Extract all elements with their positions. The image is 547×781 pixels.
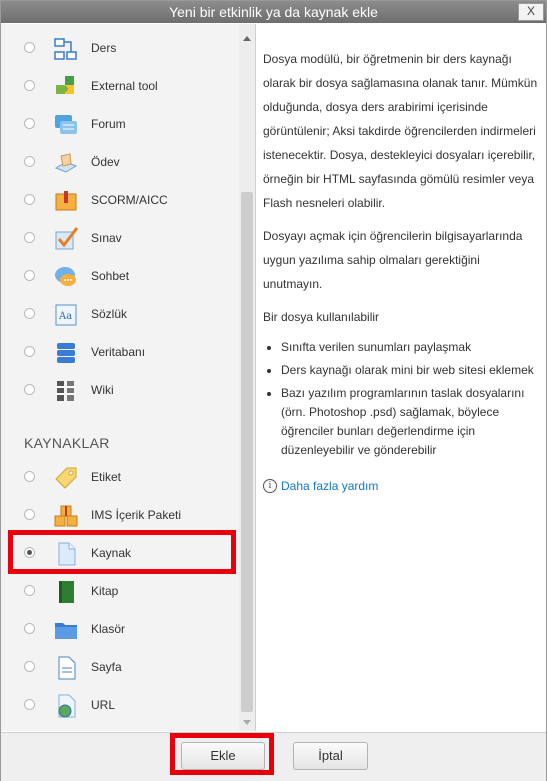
option-label: Sınav	[91, 231, 122, 245]
radio-button[interactable]	[24, 80, 35, 91]
radio-button[interactable]	[24, 623, 35, 634]
radio-button[interactable]	[24, 232, 35, 243]
bullet-item: Sınıfta verilen sunumları paylaşmak	[281, 338, 539, 357]
radio-button[interactable]	[24, 699, 35, 710]
option-label: Klasör	[91, 622, 126, 636]
option-url[interactable]: URL	[1, 686, 239, 724]
option-label: External tool	[91, 79, 158, 93]
chat-bubble-icon	[55, 267, 76, 286]
option-ders[interactable]: Ders	[1, 29, 239, 67]
more-help-link[interactable]: i Daha fazla yardım	[263, 474, 539, 498]
scroll-up-arrow-icon[interactable]	[243, 36, 251, 41]
svg-text:Aa: Aa	[58, 311, 72, 322]
radio-button[interactable]	[24, 509, 35, 520]
option-sayfa[interactable]: Sayfa	[1, 648, 239, 686]
glossary-icon: Aa	[55, 304, 77, 326]
module-description: Dosya modülü, bir öğretmenin bir ders ka…	[263, 47, 539, 498]
label-tag-icon	[55, 467, 77, 489]
option-label: Veritabanı	[91, 345, 146, 359]
description-paragraph: Dosyayı açmak için öğrencilerin bilgisay…	[263, 229, 523, 291]
url-globe-icon	[58, 694, 76, 718]
option-label: IMS İçerik Paketi	[91, 508, 182, 522]
option-forum[interactable]: Forum	[1, 105, 239, 143]
radio-button[interactable]	[24, 471, 35, 482]
dialog-title: Yeni bir etkinlik ya da kaynak ekle	[169, 4, 378, 20]
radio-button[interactable]	[24, 270, 35, 281]
option-ims-package[interactable]: IMS İçerik Paketi	[1, 496, 239, 534]
radio-button[interactable]	[24, 346, 35, 357]
lesson-icon	[54, 38, 77, 60]
option-label: SCORM/AICC	[91, 193, 168, 207]
scrollbar-thumb[interactable]	[241, 192, 253, 712]
radio-button[interactable]	[24, 156, 35, 167]
quiz-checkmark-icon	[55, 227, 79, 250]
option-label: Ders	[91, 41, 117, 55]
scroll-down-arrow-icon[interactable]	[243, 720, 251, 725]
option-label: Wiki	[91, 383, 114, 397]
forum-icon	[55, 115, 77, 134]
radio-button[interactable]	[24, 661, 35, 672]
radio-button[interactable]	[24, 118, 35, 129]
option-sohbet[interactable]: Sohbet	[1, 257, 239, 295]
option-veritabani[interactable]: Veritabanı	[1, 333, 239, 371]
close-button[interactable]: X	[518, 3, 544, 21]
option-label: Etiket	[91, 470, 122, 484]
option-label: Forum	[91, 117, 126, 131]
puzzle-icon	[56, 76, 74, 94]
add-activity-dialog: Yeni bir etkinlik ya da kaynak ekle X De…	[0, 0, 547, 781]
dialog-titlebar: Yeni bir etkinlik ya da kaynak ekle X	[1, 1, 546, 23]
option-sinav[interactable]: Sınav	[1, 219, 239, 257]
option-external-tool[interactable]: External tool	[1, 67, 239, 105]
database-icon	[57, 343, 75, 363]
more-help-link-text[interactable]: Daha fazla yardım	[281, 474, 378, 498]
option-label: URL	[91, 698, 116, 712]
page-icon	[58, 656, 76, 680]
option-sozluk[interactable]: Aa Sözlük	[1, 295, 239, 333]
description-bullet-list: Sınıfta verilen sunumları paylaşmak Ders…	[263, 338, 539, 460]
bullet-item: Bazı yazılım programlarının taslak dosya…	[281, 384, 539, 460]
description-paragraph: Bir dosya kullanılabilir	[263, 310, 380, 324]
radio-button[interactable]	[24, 384, 35, 395]
radio-button[interactable]	[24, 42, 35, 53]
bullet-item: Ders kaynağı olarak mini bir web sitesi …	[281, 361, 539, 380]
option-etiket[interactable]: Etiket	[1, 458, 239, 496]
option-label: Sözlük	[91, 307, 128, 321]
scorm-package-icon	[55, 191, 77, 211]
resources-section-heading: KAYNAKLAR	[24, 435, 110, 451]
description-paragraph: Dosya modülü, bir öğretmenin bir ders ka…	[263, 52, 538, 210]
wiki-icon	[56, 381, 76, 401]
ims-package-icon	[54, 505, 78, 527]
module-list-pane[interactable]: Ders External tool Forum Ödev SCORM/AICC…	[1, 24, 256, 731]
highlight-selected-option	[8, 530, 236, 574]
option-odev[interactable]: Ödev	[1, 143, 239, 181]
radio-button[interactable]	[24, 585, 35, 596]
option-label: Ödev	[91, 155, 120, 169]
book-icon	[59, 581, 74, 603]
option-wiki[interactable]: Wiki	[1, 371, 239, 409]
highlight-add-button	[170, 733, 274, 775]
folder-icon	[55, 623, 77, 639]
radio-button[interactable]	[24, 308, 35, 319]
list-scrollbar[interactable]	[239, 24, 255, 731]
option-klasor[interactable]: Klasör	[1, 610, 239, 648]
cancel-button[interactable]: İptal	[293, 742, 368, 770]
assignment-icon	[54, 153, 78, 173]
option-kitap[interactable]: Kitap	[1, 572, 239, 610]
radio-button[interactable]	[24, 194, 35, 205]
info-icon: i	[263, 479, 277, 493]
option-label: Sohbet	[91, 269, 130, 283]
option-label: Sayfa	[91, 660, 122, 674]
option-label: Kitap	[91, 584, 119, 598]
option-scorm[interactable]: SCORM/AICC	[1, 181, 239, 219]
